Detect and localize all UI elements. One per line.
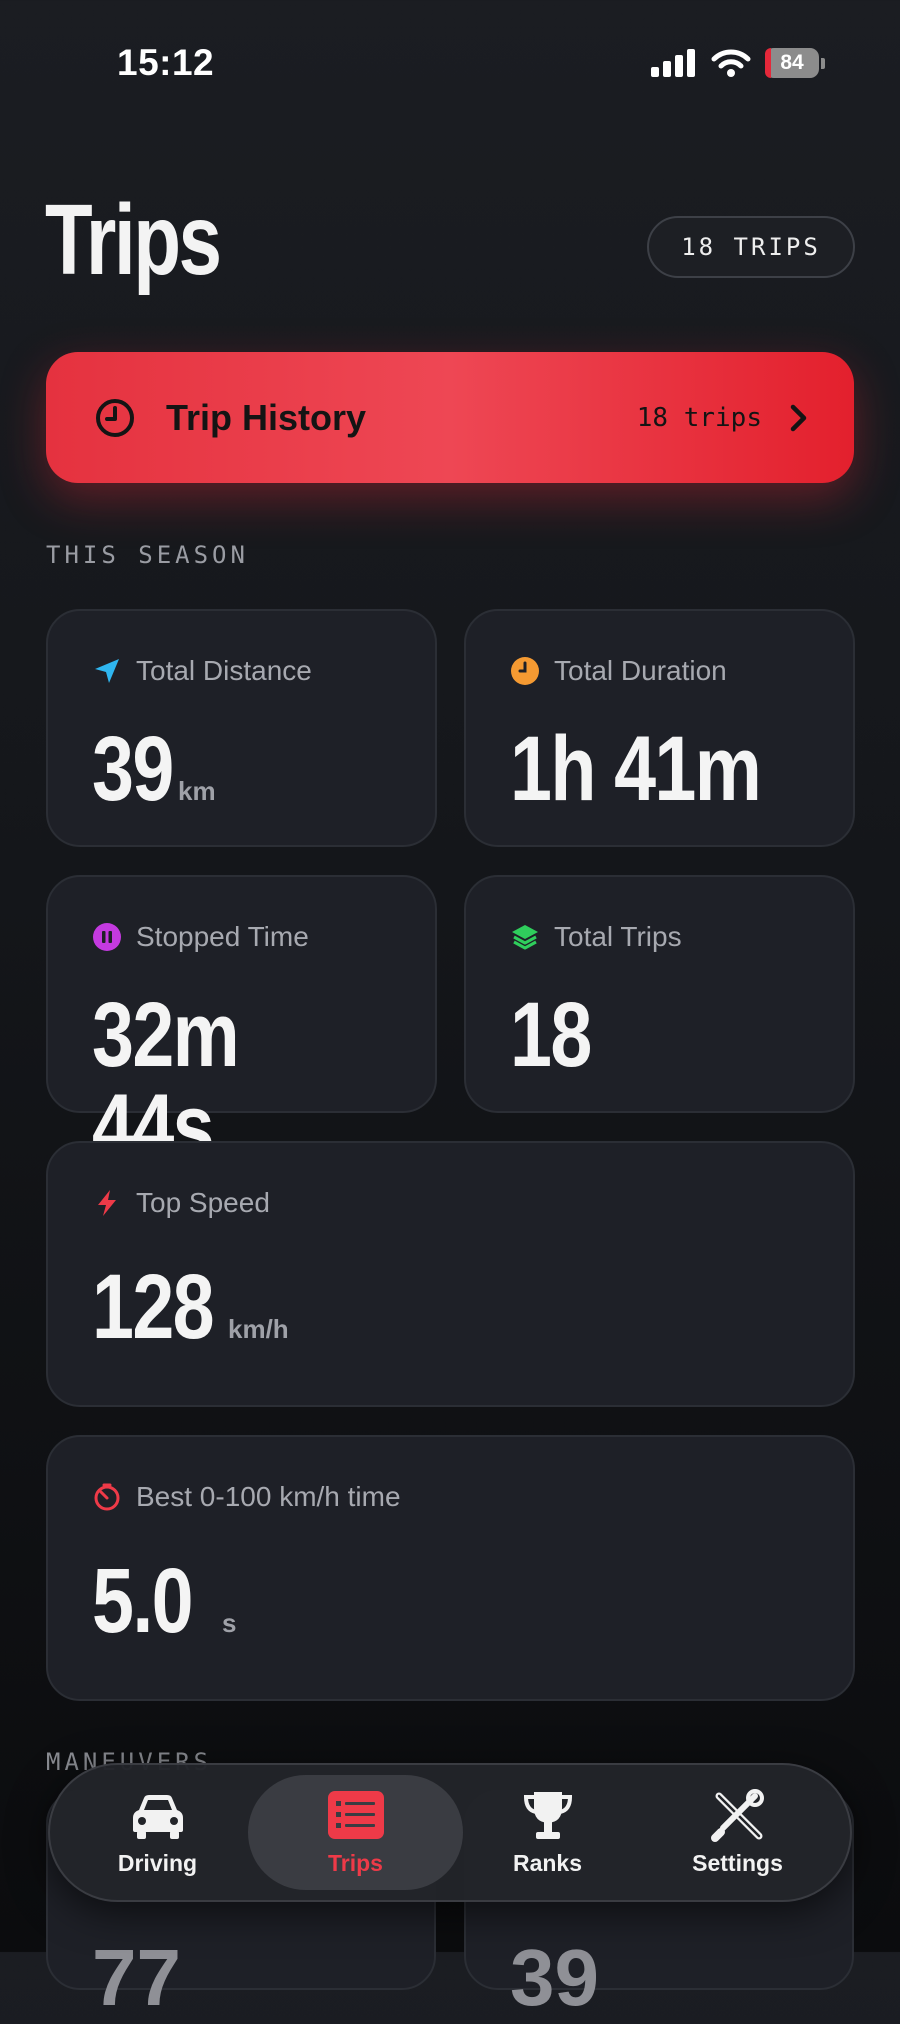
battery-level: 84 xyxy=(780,51,804,74)
tab-trips[interactable]: Trips xyxy=(248,1775,463,1890)
battery-indicator: 84 xyxy=(765,48,819,78)
status-icons: 84 xyxy=(651,48,825,78)
tab-settings[interactable]: Settings xyxy=(630,1775,845,1890)
clock-icon xyxy=(511,657,539,685)
tools-icon xyxy=(710,1789,764,1842)
trip-history-label: Trip History xyxy=(166,396,367,438)
stat-value: 18 xyxy=(510,984,592,1086)
trophy-icon xyxy=(523,1792,572,1839)
status-time: 15:12 xyxy=(117,42,215,83)
stat-value: 39 xyxy=(92,718,174,820)
trip-history-button[interactable]: Trip History 18 trips xyxy=(46,352,854,483)
tab-bar: Driving Trips Ranks Settings xyxy=(48,1763,852,1902)
battery-cap xyxy=(821,57,825,69)
stat-unit: km xyxy=(178,776,216,806)
chevron-right-icon xyxy=(790,404,807,431)
stat-card-best-0-100: Best 0-100 km/h time 5.0 s xyxy=(46,1435,855,1701)
stat-card-total-trips: Total Trips 18 xyxy=(464,875,855,1113)
car-icon xyxy=(132,1795,183,1839)
stat-value: 1h 41m xyxy=(510,718,762,820)
stat-card-total-duration: Total Duration 1h 41m xyxy=(464,609,855,847)
stat-unit: s xyxy=(222,1608,237,1638)
page-title: Trips xyxy=(45,184,222,296)
tab-label: Driving xyxy=(117,1850,198,1876)
stat-label: Best 0-100 km/h time xyxy=(136,1481,401,1512)
section-this-season: THIS SEASON xyxy=(46,541,249,569)
tab-driving[interactable]: Driving xyxy=(50,1775,265,1890)
cellular-signal-icon xyxy=(651,49,695,77)
list-icon xyxy=(327,1791,384,1839)
stat-label: Total Trips xyxy=(554,921,682,952)
stat-card-total-distance: Total Distance 39 km xyxy=(46,609,437,847)
stat-label: Top Speed xyxy=(136,1187,270,1218)
stat-value: 5.0 xyxy=(92,1550,194,1652)
stat-label: Stopped Time xyxy=(136,921,309,952)
maneuver-value: 77 xyxy=(92,1933,181,2022)
tab-ranks[interactable]: Ranks xyxy=(440,1775,655,1890)
stat-label: Total Distance xyxy=(136,655,312,686)
stat-card-top-speed: Top Speed 128 km/h xyxy=(46,1141,855,1407)
pause-icon xyxy=(93,923,121,951)
stat-label: Total Duration xyxy=(554,655,727,686)
stat-card-stopped-time: Stopped Time 32m 44s xyxy=(46,875,437,1173)
tab-label: Settings xyxy=(692,1850,783,1876)
location-arrow-icon xyxy=(95,659,119,683)
tab-label: Ranks xyxy=(512,1850,583,1876)
maneuver-value: 39 xyxy=(510,1933,599,2022)
stopwatch-icon xyxy=(94,1483,120,1511)
wifi-icon xyxy=(711,49,751,77)
trips-count-badge: 18 TRIPS xyxy=(647,216,855,278)
bolt-icon xyxy=(98,1190,116,1216)
trip-history-count: 18 trips xyxy=(636,402,762,433)
layers-icon xyxy=(512,925,538,950)
stat-unit: km/h xyxy=(228,1314,289,1344)
clock-icon xyxy=(96,398,134,437)
stat-value: 128 xyxy=(92,1256,215,1358)
tab-label: Trips xyxy=(328,1850,383,1876)
